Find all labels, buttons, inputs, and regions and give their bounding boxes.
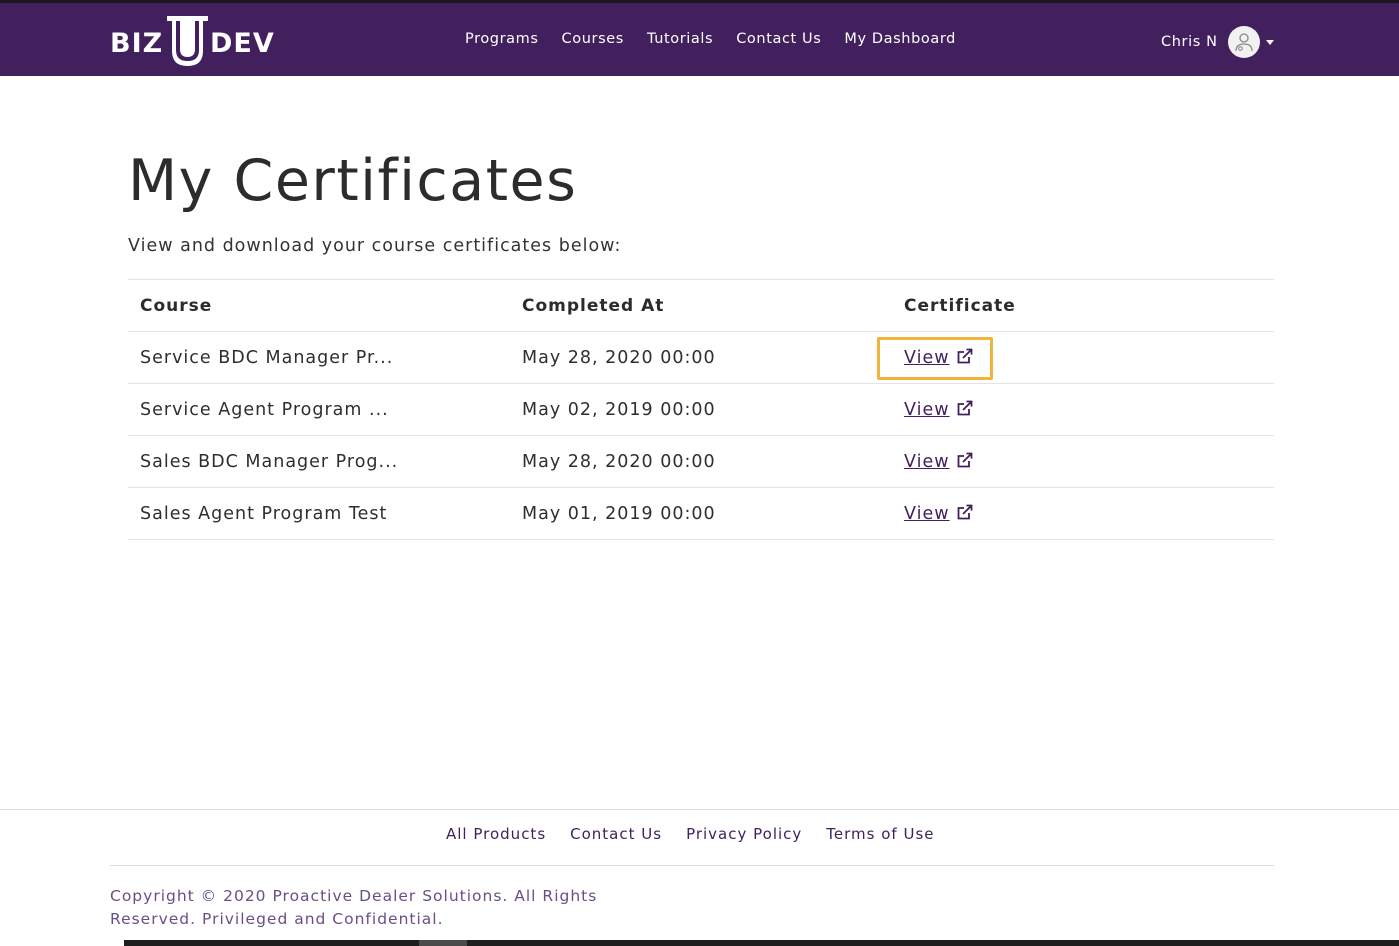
course-name: Sales Agent Program Test [140,504,388,524]
table-row: Sales Agent Program Test May 01, 2019 00… [128,488,1274,540]
view-certificate-link[interactable]: View [904,488,974,540]
header-course: Course [140,296,213,316]
bizudev-logo[interactable]: BIZ DEV [110,15,282,67]
table-row: Service Agent Program ... May 02, 2019 0… [128,384,1274,436]
footer-divider [0,809,1399,810]
caret-down-icon[interactable] [1265,39,1274,45]
view-link-label: View [904,348,950,368]
certificates-table: Course Completed At Certificate Service … [128,279,1274,540]
footer-privacy-policy[interactable]: Privacy Policy [686,825,802,843]
table-header-row: Course Completed At Certificate [128,280,1274,332]
footer-links: All Products Contact Us Privacy Policy T… [446,825,959,843]
header-completed-at: Completed At [522,296,665,316]
page-title: My Certificates [128,148,578,214]
table-row: Sales BDC Manager Prog... May 28, 2020 0… [128,436,1274,488]
external-link-icon [957,504,972,520]
footer-inner-divider [110,865,1274,866]
footer-all-products[interactable]: All Products [446,825,546,843]
logo-text-right: DEV [210,28,275,59]
external-link-icon [957,348,972,364]
page-subtitle: View and download your course certificat… [128,236,622,256]
external-link-icon [957,452,972,468]
completed-at: May 28, 2020 00:00 [522,348,716,368]
user-menu[interactable]: Chris N [1161,26,1274,58]
view-certificate-link[interactable]: View [904,436,974,488]
nav-tutorials[interactable]: Tutorials [647,31,713,47]
top-navbar: BIZ DEV Programs Courses Tutorials Conta… [0,0,1399,76]
main-nav: Programs Courses Tutorials Contact Us My… [465,31,979,47]
external-link-icon [957,400,972,416]
nav-my-dashboard[interactable]: My Dashboard [844,31,956,47]
footer-terms-of-use[interactable]: Terms of Use [826,825,934,843]
completed-at: May 28, 2020 00:00 [522,452,716,472]
view-certificate-link[interactable]: View [904,332,974,384]
user-name[interactable]: Chris N [1161,34,1218,50]
horizontal-scrollbar[interactable] [124,940,1399,946]
footer-contact-us[interactable]: Contact Us [570,825,662,843]
copyright-text: Copyright © 2020 Proactive Dealer Soluti… [110,887,598,928]
nav-contact-us[interactable]: Contact Us [736,31,821,47]
view-link-label: View [904,400,950,420]
course-name: Service Agent Program ... [140,400,389,420]
completed-at: May 01, 2019 00:00 [522,504,716,524]
completed-at: May 02, 2019 00:00 [522,400,716,420]
header-certificate: Certificate [904,296,1016,316]
logo-text-left: BIZ [110,28,163,59]
view-link-label: View [904,452,950,472]
user-avatar-icon[interactable] [1227,26,1260,58]
course-name: Service BDC Manager Pr... [140,348,394,368]
certificate-cell: View [904,384,974,436]
certificate-cell: View [904,436,974,488]
nav-courses[interactable]: Courses [562,31,624,47]
scrollbar-thumb[interactable] [419,940,467,946]
certificate-cell: View [904,332,974,384]
certificate-cell: View [904,488,974,540]
view-link-label: View [904,504,950,524]
course-name: Sales BDC Manager Prog... [140,452,399,472]
table-row: Service BDC Manager Pr... May 28, 2020 0… [128,332,1274,384]
view-certificate-link[interactable]: View [904,384,974,436]
nav-programs[interactable]: Programs [465,31,539,47]
